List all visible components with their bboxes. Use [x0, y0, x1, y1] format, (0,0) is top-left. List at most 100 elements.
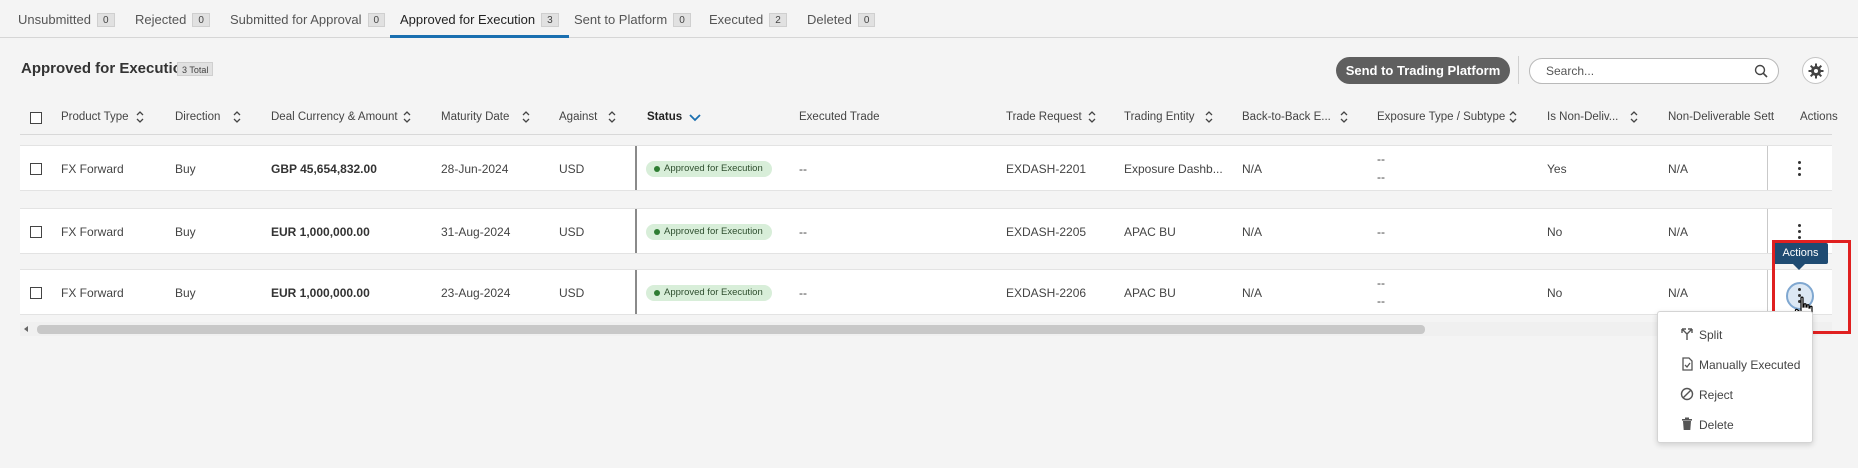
- column-divider: [635, 209, 637, 253]
- sort-icon[interactable]: [1340, 110, 1348, 124]
- sort-icon[interactable]: [1205, 110, 1213, 124]
- table-row[interactable]: FX Forward Buy EUR 1,000,000.00 23-Aug-2…: [20, 269, 1832, 315]
- header-divider: [20, 134, 1832, 135]
- sort-icon[interactable]: [403, 110, 411, 124]
- tab-deleted[interactable]: Deleted 0: [807, 12, 876, 38]
- cell-product-type: FX Forward: [61, 225, 124, 239]
- sort-icon[interactable]: [522, 110, 530, 124]
- col-non-deliverable-settlement[interactable]: Non-Deliverable Sett: [1668, 111, 1774, 123]
- col-trade-request[interactable]: Trade Request: [1006, 111, 1082, 123]
- tab-label: Executed: [709, 12, 764, 27]
- cell-non-deliverable-settlement: N/A: [1668, 286, 1689, 300]
- column-divider: [635, 146, 637, 190]
- cell-back-to-back: N/A: [1242, 225, 1263, 239]
- col-trading-entity[interactable]: Trading Entity: [1124, 111, 1195, 123]
- row-checkbox[interactable]: [30, 163, 42, 175]
- col-product-type[interactable]: Product Type: [61, 111, 129, 123]
- col-deal-currency-amount[interactable]: Deal Currency & Amount: [271, 111, 398, 123]
- tab-executed[interactable]: Executed 2: [709, 12, 787, 38]
- tab-label: Approved for Execution: [400, 12, 536, 27]
- tab-label: Rejected: [135, 12, 187, 27]
- trash-icon: [1682, 417, 1692, 430]
- settings-button[interactable]: [1802, 57, 1829, 84]
- tab-count: 0: [367, 13, 386, 27]
- cell-exposure-type: --: [1377, 152, 1385, 166]
- cell-direction: Buy: [175, 286, 196, 300]
- select-all-checkbox[interactable]: [30, 112, 42, 124]
- menu-item-label: Split: [1699, 328, 1723, 342]
- search-input[interactable]: [1546, 62, 1746, 80]
- menu-item-reject[interactable]: Reject: [1658, 380, 1812, 408]
- menu-item-delete[interactable]: Delete: [1658, 410, 1812, 438]
- cell-product-type: FX Forward: [61, 162, 124, 176]
- sort-icon[interactable]: [1509, 110, 1517, 124]
- tab-count: 3: [541, 13, 559, 27]
- cell-trading-entity: APAC BU: [1124, 286, 1176, 300]
- actions-menu: Split Manually Executed Reject Delete: [1657, 311, 1813, 443]
- status-badge: Approved for Execution: [646, 161, 772, 177]
- tab-count: 2: [769, 13, 787, 27]
- col-is-non-deliverable[interactable]: Is Non-Deliv...: [1547, 111, 1618, 123]
- sort-icon[interactable]: [1088, 110, 1096, 124]
- tab-count: 0: [192, 13, 210, 27]
- sort-icon[interactable]: [1630, 110, 1638, 124]
- page-title: Approved for Execution: [21, 60, 192, 77]
- cell-against: USD: [559, 225, 585, 239]
- cell-exposure-subtype: --: [1377, 170, 1385, 184]
- cell-maturity-date: 23-Aug-2024: [441, 286, 511, 300]
- cell-exposure-subtype: --: [1377, 294, 1385, 308]
- document-check-icon: [1682, 357, 1693, 371]
- col-back-to-back[interactable]: Back-to-Back E...: [1242, 111, 1331, 123]
- table-row[interactable]: FX Forward Buy GBP 45,654,832.00 28-Jun-…: [20, 145, 1832, 191]
- cell-maturity-date: 31-Aug-2024: [441, 225, 511, 239]
- sort-icon[interactable]: [136, 110, 144, 124]
- kebab-menu-icon[interactable]: [1790, 159, 1810, 179]
- col-actions: Actions: [1800, 111, 1838, 123]
- row-checkbox[interactable]: [30, 226, 42, 238]
- tab-approved-for-execution[interactable]: Approved for Execution 3: [390, 12, 569, 38]
- cell-against: USD: [559, 286, 585, 300]
- cell-direction: Buy: [175, 225, 196, 239]
- status-badge: Approved for Execution: [646, 285, 772, 301]
- tab-rejected[interactable]: Rejected 0: [135, 12, 210, 38]
- table-row[interactable]: FX Forward Buy EUR 1,000,000.00 31-Aug-2…: [20, 208, 1832, 254]
- cell-is-non-deliverable: Yes: [1547, 162, 1567, 176]
- divider: [1518, 56, 1519, 84]
- row-checkbox[interactable]: [30, 287, 42, 299]
- tab-sent-to-platform[interactable]: Sent to Platform 0: [574, 12, 691, 38]
- sort-icon[interactable]: [233, 110, 241, 124]
- column-divider: [1767, 270, 1768, 314]
- menu-item-label: Reject: [1699, 388, 1734, 402]
- col-against[interactable]: Against: [559, 111, 597, 123]
- col-executed-trade[interactable]: Executed Trade: [799, 111, 880, 123]
- kebab-menu-icon[interactable]: [1790, 222, 1810, 242]
- send-to-trading-platform-button[interactable]: Send to Trading Platform: [1336, 57, 1510, 84]
- chevron-down-icon[interactable]: [689, 110, 701, 124]
- tab-submitted-for-approval[interactable]: Submitted for Approval 0: [230, 12, 386, 38]
- menu-item-manually-executed[interactable]: Manually Executed: [1658, 350, 1812, 378]
- column-divider: [1767, 146, 1768, 190]
- cell-is-non-deliverable: No: [1547, 225, 1563, 239]
- cell-back-to-back: N/A: [1242, 286, 1263, 300]
- col-exposure-type[interactable]: Exposure Type / Subtype: [1377, 111, 1505, 123]
- menu-item-label: Delete: [1699, 418, 1734, 432]
- tab-count: 0: [96, 13, 115, 27]
- cell-trade-request: EXDASH-2201: [1006, 162, 1087, 176]
- cell-is-non-deliverable: No: [1547, 286, 1563, 300]
- cell-executed-trade: --: [799, 225, 807, 239]
- total-count-badge: 3 Total: [177, 62, 214, 76]
- col-maturity-date[interactable]: Maturity Date: [441, 111, 509, 123]
- col-direction[interactable]: Direction: [175, 111, 220, 123]
- horizontal-scrollbar[interactable]: [20, 322, 1832, 336]
- scroll-left-arrow-icon[interactable]: [24, 326, 28, 332]
- cell-non-deliverable-settlement: N/A: [1668, 162, 1689, 176]
- menu-item-split[interactable]: Split: [1658, 320, 1812, 348]
- search-icon[interactable]: [1754, 64, 1768, 83]
- cell-product-type: FX Forward: [61, 286, 124, 300]
- cell-amount: EUR 1,000,000.00: [271, 286, 370, 300]
- col-status[interactable]: Status: [647, 111, 682, 123]
- sort-icon[interactable]: [608, 110, 616, 124]
- tab-unsubmitted[interactable]: Unsubmitted 0: [18, 12, 115, 38]
- tab-label: Sent to Platform: [574, 12, 668, 27]
- scrollbar-thumb[interactable]: [37, 325, 1425, 334]
